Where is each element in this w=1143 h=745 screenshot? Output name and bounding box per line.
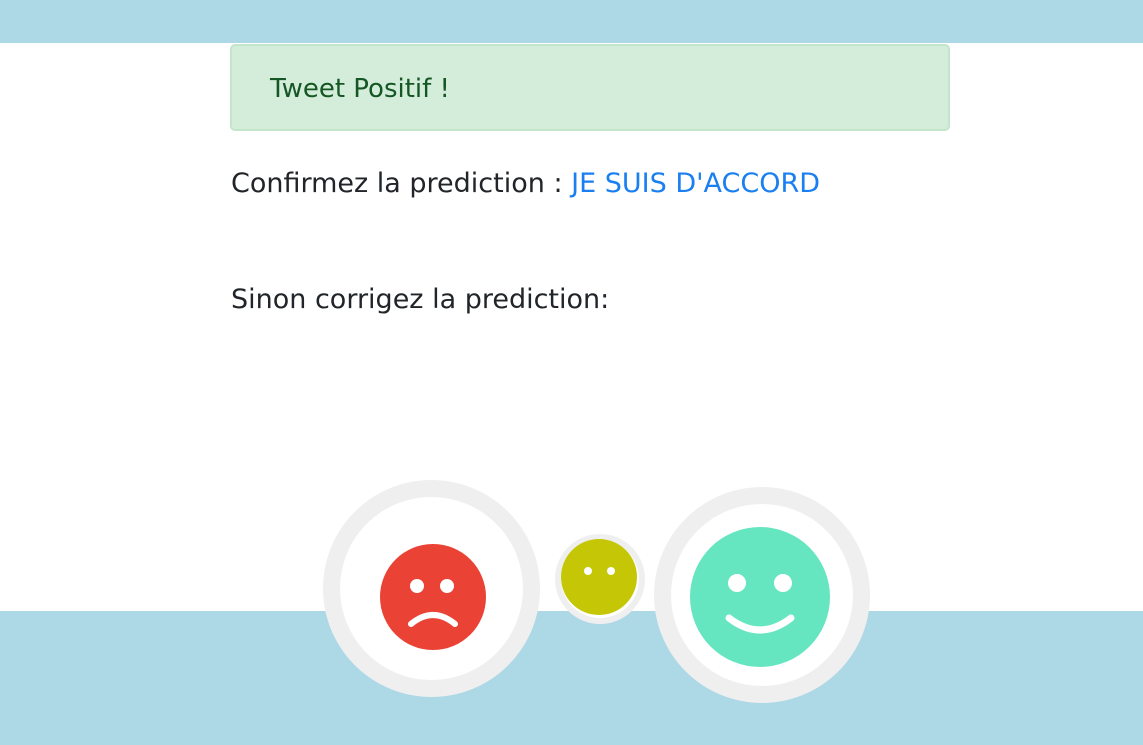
neutral-face-icon[interactable] (560, 538, 638, 616)
confirm-label: Confirmez la prediction : (231, 168, 572, 199)
sad-face-icon[interactable] (380, 544, 486, 650)
prediction-alert: Tweet Positif ! (230, 44, 950, 131)
bottom-banner (0, 611, 1143, 745)
top-banner (0, 0, 1143, 43)
happy-face-icon[interactable] (689, 526, 831, 668)
correct-prediction-label: Sinon corrigez la prediction: (231, 284, 610, 315)
agree-link[interactable]: JE SUIS D'ACCORD (571, 168, 820, 199)
alert-text: Tweet Positif ! (270, 74, 450, 104)
confirm-prediction-line: Confirmez la prediction : JE SUIS D'ACCO… (231, 168, 820, 199)
